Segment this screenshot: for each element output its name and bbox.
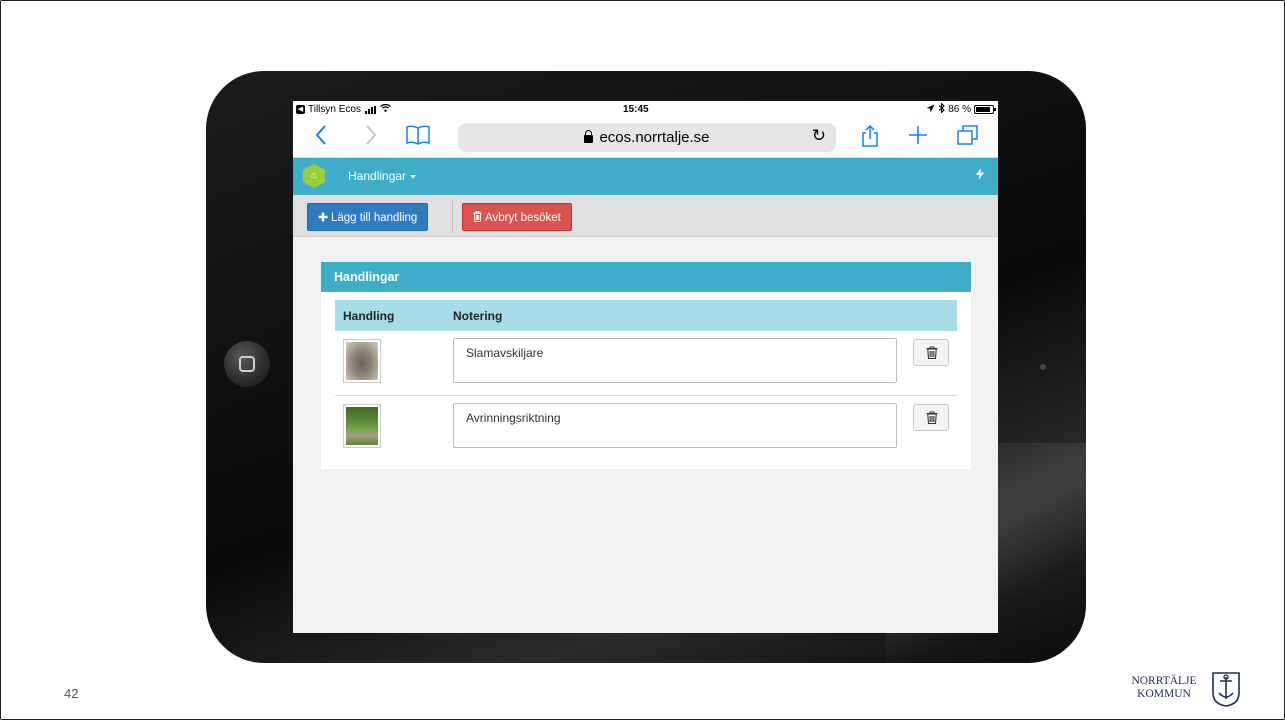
- column-header: Notering: [453, 309, 503, 323]
- url-text: ecos.norrtalje.se: [599, 129, 710, 146]
- slide: ◀ Tillsyn Ecos 15:45 86 % ecos.norrtalje…: [0, 0, 1285, 720]
- trash-icon: [926, 411, 938, 424]
- slide-number: 42: [64, 686, 79, 701]
- status-bar: ◀ Tillsyn Ecos 15:45 86 %: [293, 101, 998, 118]
- back-app-label[interactable]: Tillsyn Ecos: [308, 104, 361, 115]
- action-bar: Lägg till handling Avbryt besöket: [293, 195, 998, 237]
- caret-down-icon: [410, 174, 417, 179]
- share-icon[interactable]: [860, 124, 880, 154]
- ecos-logo[interactable]: ⌂: [303, 164, 325, 188]
- note-field[interactable]: Avrinningsriktning: [453, 403, 897, 448]
- document-thumbnail[interactable]: [343, 339, 381, 383]
- browser-toolbar: ecos.norrtalje.se ↻: [293, 118, 998, 158]
- bluetooth-icon: [938, 102, 946, 116]
- add-handling-label: Lägg till handling: [331, 212, 418, 224]
- nav-menu-dropdown[interactable]: Handlingar: [348, 169, 417, 183]
- document-thumbnail[interactable]: [343, 404, 381, 448]
- new-tab-plus-icon[interactable]: [907, 124, 929, 152]
- table-header: Handling Notering: [335, 300, 957, 331]
- brand-text: NORRTÄLJE KOMMUN: [1121, 675, 1207, 701]
- battery-percent: 86 %: [948, 104, 971, 115]
- add-handling-button[interactable]: Lägg till handling: [307, 203, 429, 231]
- address-bar[interactable]: ecos.norrtalje.se ↻: [458, 123, 836, 152]
- toolbar-divider: [452, 201, 453, 233]
- tabs-overview-icon[interactable]: [956, 124, 980, 152]
- camera-dot: [1040, 364, 1046, 370]
- location-icon: [926, 104, 935, 116]
- wifi-icon: [380, 103, 391, 115]
- trash-icon: [473, 211, 482, 222]
- brand-line: KOMMUN: [1137, 688, 1191, 700]
- signal-icon: [364, 105, 376, 114]
- forward-chevron-icon[interactable]: [365, 124, 377, 152]
- trash-icon: [926, 346, 938, 359]
- bookmarks-book-icon[interactable]: [405, 124, 431, 152]
- back-to-app-icon[interactable]: ◀: [296, 105, 305, 114]
- status-time: 15:45: [623, 104, 649, 115]
- plus-icon: [318, 212, 328, 222]
- battery-icon: [974, 105, 996, 114]
- delete-row-button[interactable]: [913, 404, 949, 431]
- nav-menu-label: Handlingar: [348, 169, 407, 183]
- brand-line: NORRTÄLJE: [1131, 675, 1197, 687]
- lock-icon: [584, 129, 594, 143]
- column-header: Handling: [343, 309, 395, 323]
- back-chevron-icon[interactable]: [315, 124, 327, 152]
- cancel-visit-button[interactable]: Avbryt besöket: [462, 203, 572, 231]
- home-button[interactable]: [224, 341, 270, 387]
- reload-icon[interactable]: ↻: [812, 126, 826, 146]
- delete-row-button[interactable]: [913, 339, 949, 366]
- documents-panel: Handlingar Handling Notering Slamavskilj…: [321, 262, 971, 469]
- norrtalje-kommun-logo: NORRTÄLJE KOMMUN: [1121, 671, 1241, 711]
- bolt-icon[interactable]: [976, 168, 984, 183]
- note-field[interactable]: Slamavskiljare: [453, 338, 897, 383]
- app-navbar: ⌂ Handlingar: [293, 158, 998, 195]
- table-row: Slamavskiljare: [335, 331, 957, 395]
- anchor-crest-icon: [1212, 672, 1240, 707]
- cancel-visit-label: Avbryt besöket: [485, 212, 561, 224]
- ipad-screen: ◀ Tillsyn Ecos 15:45 86 % ecos.norrtalje…: [293, 101, 998, 633]
- table-row: Avrinningsriktning: [335, 395, 957, 459]
- panel-title: Handlingar: [321, 262, 971, 292]
